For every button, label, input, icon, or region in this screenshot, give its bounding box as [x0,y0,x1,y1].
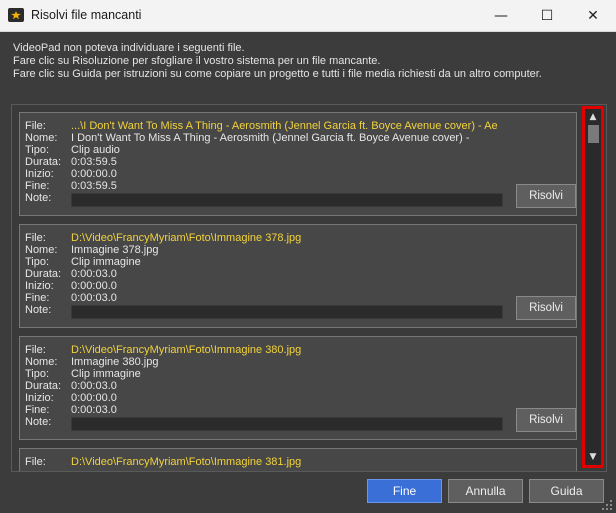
window-title: Risolvi file mancanti [31,8,142,22]
notes-label: Note: [25,192,52,204]
file-label: File: [25,344,46,356]
notes-label: Note: [25,416,52,428]
start-value: 0:00:00.0 [71,280,117,292]
file-label: File: [25,232,46,244]
resolve-button[interactable]: Risolvi [516,408,576,432]
start-label: Inizio: [25,280,54,292]
duration-value: 0:03:59.5 [71,156,117,168]
scroll-thumb[interactable] [588,125,599,143]
name-label: Nome: [25,356,58,368]
missing-file-entry: File: D:\Video\FrancyMyriam\Foto\Immagin… [19,224,577,328]
start-value: 0:00:00.0 [71,168,117,180]
notes-field[interactable] [71,193,503,207]
type-value: Clip audio [71,144,120,156]
minimize-button[interactable]: — [478,0,524,31]
maximize-button[interactable]: ☐ [524,0,570,31]
instruction-line: Fare clic su Risoluzione per sfogliare i… [13,55,381,67]
instruction-line: Fare clic su Guida per istruzioni su com… [13,68,542,80]
scroll-down-icon[interactable]: ▼ [585,450,601,464]
duration-value: 0:00:03.0 [71,268,117,280]
file-path: ...\I Don't Want To Miss A Thing - Aeros… [71,120,498,132]
start-value: 0:00:00.0 [71,392,117,404]
file-path: D:\Video\FrancyMyriam\Foto\Immagine 381.… [71,456,302,468]
notes-field[interactable] [71,417,503,431]
videopad-app-icon [8,8,24,22]
type-label: Tipo: [25,144,50,156]
finish-button[interactable]: Fine [367,479,442,503]
notes-label: Note: [25,304,52,316]
instructions: VideoPad non poteva individuare i seguen… [13,42,542,81]
notes-field[interactable] [71,305,503,319]
duration-label: Durata: [25,156,62,168]
end-value: 0:03:59.5 [71,180,117,192]
name-value: Immagine 378.jpg [71,244,159,256]
close-button[interactable]: ✕ [570,0,616,31]
duration-label: Durata: [25,380,62,392]
end-value: 0:00:03.0 [71,404,117,416]
resolve-button[interactable]: Risolvi [516,184,576,208]
cancel-button[interactable]: Annulla [448,479,523,503]
instruction-line: VideoPad non poteva individuare i seguen… [13,42,245,54]
duration-label: Durata: [25,268,62,280]
file-path: D:\Video\FrancyMyriam\Foto\Immagine 378.… [71,232,302,244]
missing-file-entry: File: ...\I Don't Want To Miss A Thing -… [19,112,577,216]
duration-value: 0:00:03.0 [71,380,117,392]
end-label: Fine: [25,404,50,416]
name-value: I Don't Want To Miss A Thing - Aerosmith… [71,132,470,144]
missing-files-list: File: ...\I Don't Want To Miss A Thing -… [11,104,607,472]
resize-grip-icon[interactable] [602,500,614,512]
file-label: File: [25,456,46,468]
name-label: Nome: [25,132,58,144]
type-value: Clip immagine [71,368,141,380]
missing-file-entry: File: D:\Video\FrancyMyriam\Foto\Immagin… [19,448,577,471]
type-label: Tipo: [25,368,50,380]
end-label: Fine: [25,292,50,304]
missing-file-entry: File: D:\Video\FrancyMyriam\Foto\Immagin… [19,336,577,440]
name-value: Immagine 380.jpg [71,356,159,368]
name-label: Nome: [25,244,58,256]
start-label: Inizio: [25,392,54,404]
type-value: Clip immagine [71,256,141,268]
start-label: Inizio: [25,168,54,180]
scroll-up-icon[interactable]: ▲ [585,110,601,124]
type-label: Tipo: [25,256,50,268]
list-scrollbar[interactable]: ▲ ▼ [582,106,604,468]
file-path: D:\Video\FrancyMyriam\Foto\Immagine 380.… [71,344,302,356]
title-bar: Risolvi file mancanti — ☐ ✕ [0,0,616,32]
help-button[interactable]: Guida [529,479,604,503]
file-label: File: [25,120,46,132]
end-label: Fine: [25,180,50,192]
resolve-button[interactable]: Risolvi [516,296,576,320]
end-value: 0:00:03.0 [71,292,117,304]
